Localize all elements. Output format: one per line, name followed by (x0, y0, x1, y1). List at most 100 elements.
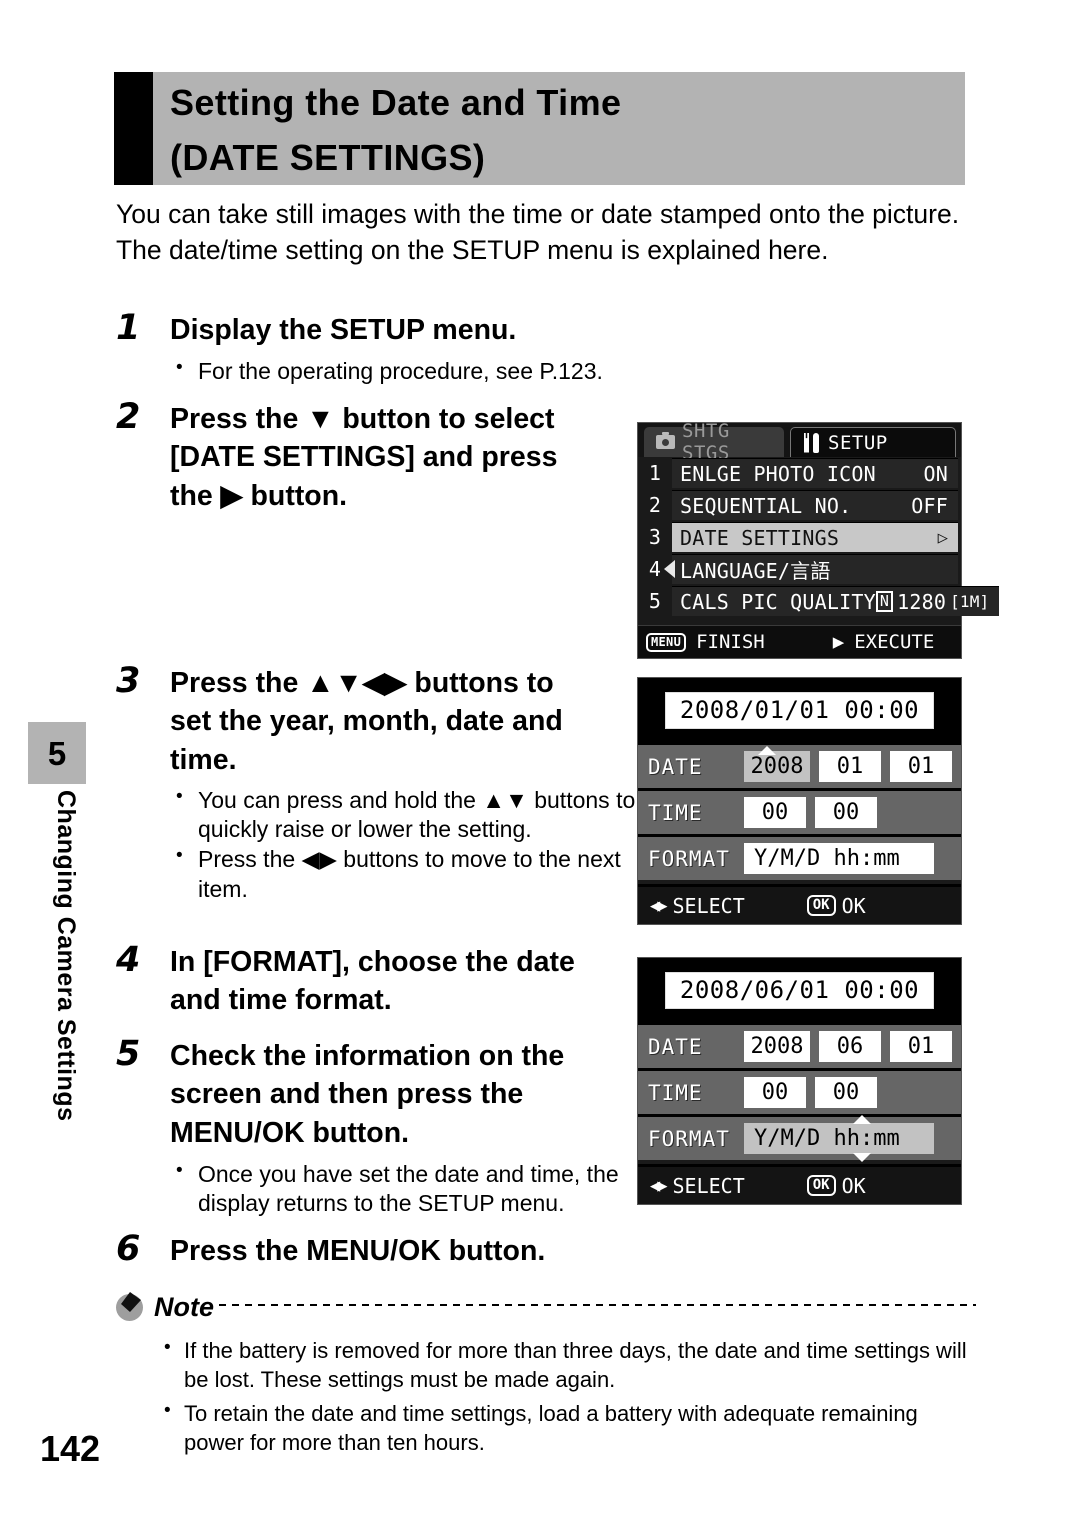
menu-row-label: ENLGE PHOTO ICON (680, 461, 876, 486)
step-3-bullet-1: You can press and hold the ▲▼ buttons to… (170, 785, 660, 844)
footer-select-label: SELECT (672, 893, 745, 918)
step-1-heading: Display the SETUP menu. (170, 314, 517, 346)
note-block: Note If the battery is removed for more … (116, 1290, 976, 1461)
minute-field[interactable]: 00 (815, 797, 877, 828)
hour-field[interactable]: 00 (744, 797, 806, 828)
format-row[interactable]: FORMAT Y/M/D hh:mm (638, 1114, 961, 1162)
hour-field[interactable]: 00 (744, 1077, 806, 1108)
menu-row-value: OFF (911, 493, 948, 518)
quality-badge-icon: N (875, 591, 894, 612)
chevron-right-icon: ▷ (937, 527, 948, 548)
format-field[interactable]: Y/M/D hh:mm (744, 1123, 934, 1154)
date-row-label: DATE (648, 754, 703, 779)
note-bullet-2: To retain the date and time settings, lo… (158, 1398, 976, 1458)
step-1-number: 1 (116, 308, 141, 348)
note-divider (219, 1304, 976, 1306)
menu-row[interactable]: 1 ENLGE PHOTO ICON ON (638, 457, 961, 489)
step-2-heading: Press the ▼ button to select [DATE SETTI… (170, 400, 650, 515)
year-field[interactable]: 2008 (744, 1031, 810, 1062)
step-4-heading-line2: and time format. (170, 984, 392, 1017)
date-preview-value: 2008/01/01 00:00 (664, 691, 935, 729)
tab-shooting-settings[interactable]: SHTG STGS (644, 420, 784, 464)
step-1-bullet-1: For the operating procedure, see P.123. (170, 356, 650, 386)
menu-row[interactable]: 4 LANGUAGE/言語 (638, 553, 961, 585)
header-black-bar (114, 72, 153, 185)
footer-ok-label: OK (841, 893, 866, 918)
day-field[interactable]: 01 (890, 751, 952, 782)
footer-select-label: SELECT (672, 1173, 745, 1198)
camera-screen-setup-menu: SHTG STGS SETUP 1 ENLGE PHOTO ICON ON 2 … (637, 420, 1000, 659)
menu-row-label: SEQUENTIAL NO. (680, 493, 852, 518)
page-title-line2: (DATE SETTINGS) (170, 136, 486, 178)
menu-row[interactable]: 2 SEQUENTIAL NO. OFF (638, 489, 961, 521)
menu-row-label: CALS PIC QUALITY (680, 589, 876, 614)
menu-tab-row: SHTG STGS SETUP (638, 420, 961, 464)
manual-page: 5 Changing Camera Settings 142 Setting t… (0, 0, 1080, 1521)
date-preview-area: 2008/06/01 00:00 (638, 958, 961, 1022)
format-row-label: FORMAT (648, 1126, 730, 1151)
footer-execute-label: EXECUTE (854, 631, 935, 653)
quality-size: [1M] (950, 592, 990, 611)
step-4-heading: In [FORMAT], choose the date and time fo… (170, 943, 670, 1020)
step-3-heading: Press the ▲▼◀▶ buttons to set the year, … (170, 664, 670, 779)
date-row[interactable]: DATE 2008 06 01 (638, 1022, 961, 1068)
camera-icon (656, 432, 675, 449)
caret-up-icon (758, 746, 776, 755)
left-right-arrows-icon: ◀▶ (650, 1175, 668, 1196)
step-3-heading-line2: set the year, month, date and (170, 705, 563, 738)
date-screen-footer: ◀▶ SELECT OK OK (638, 1164, 961, 1204)
setup-menu-footer: MENU FINISH ▶ EXECUTE (638, 625, 961, 658)
step-5-heading-line1: Check the information on the (170, 1040, 565, 1072)
setup-menu-list: 1 ENLGE PHOTO ICON ON 2 SEQUENTIAL NO. O… (638, 457, 1000, 617)
menu-row-index: 1 (638, 461, 672, 485)
step-2-number: 2 (116, 397, 141, 437)
month-field[interactable]: 06 (819, 1031, 881, 1062)
ok-key-icon: OK (806, 1175, 836, 1196)
time-row[interactable]: TIME 00 00 (638, 788, 961, 834)
left-right-arrows-icon: ◀▶ (650, 895, 668, 916)
footer-finish-label: FINISH (696, 631, 765, 653)
format-field[interactable]: Y/M/D hh:mm (744, 843, 934, 874)
step-5-bullets: Once you have set the date and time, the… (170, 1159, 660, 1219)
format-row-label: FORMAT (648, 846, 730, 871)
date-row[interactable]: DATE 2008 01 01 (638, 742, 961, 788)
tool-icon (803, 432, 821, 453)
menu-row-index: 5 (638, 589, 672, 613)
date-row-label: DATE (648, 1034, 703, 1059)
camera-screen-date-settings-1: 2008/01/01 00:00 DATE 2008 01 01 TIME 00… (637, 677, 962, 925)
date-screen-footer: ◀▶ SELECT OK OK (638, 884, 961, 924)
time-row-label: TIME (648, 800, 703, 825)
step-3-bullets: You can press and hold the ▲▼ buttons to… (170, 785, 660, 905)
intro-paragraph: You can take still images with the time … (116, 196, 966, 269)
format-row[interactable]: FORMAT Y/M/D hh:mm (638, 834, 961, 880)
pencil-icon (116, 1292, 146, 1322)
step-5-heading-line3: MENU/OK button. (170, 1116, 410, 1149)
day-field[interactable]: 01 (890, 1031, 952, 1062)
menu-row-value: ON (923, 461, 948, 486)
step-2-heading-line1: Press the ▼ button to select (170, 403, 555, 435)
step-3-number: 3 (116, 661, 141, 701)
step-4-number: 4 (116, 940, 141, 980)
minute-field[interactable]: 00 (815, 1077, 877, 1108)
menu-row[interactable]: 5 CALS PIC QUALITY N 1280 [1M] (638, 585, 1000, 617)
step-2-heading-line3: the ▶ button. (170, 479, 348, 512)
note-bullet-1: If the battery is removed for more than … (158, 1335, 976, 1395)
menu-row-date-settings[interactable]: 3 DATE SETTINGS ▷ (638, 521, 961, 553)
camera-screen-date-settings-2: 2008/06/01 00:00 DATE 2008 06 01 TIME 00… (637, 957, 962, 1205)
intro-line-1: You can take still images with the time … (116, 199, 960, 229)
step-6-number: 6 (116, 1229, 141, 1269)
step-5-heading-line2: screen and then press the (170, 1078, 524, 1111)
step-3-bullet-2: Press the ◀▶ buttons to move to the next… (170, 844, 660, 903)
menu-row-index: 2 (638, 493, 672, 517)
step-5-number: 5 (116, 1034, 141, 1074)
step-3-heading-line1: Press the ▲▼◀▶ buttons to (170, 667, 554, 699)
tab-setup[interactable]: SETUP (790, 427, 956, 457)
menu-key-icon: MENU (646, 632, 687, 652)
ok-key-icon: OK (806, 895, 836, 916)
month-field[interactable]: 01 (819, 751, 881, 782)
step-6-heading: Press the MENU/OK button. (170, 1235, 546, 1267)
page-title: Setting the Date and Time (DATE SETTINGS… (170, 76, 960, 185)
time-row[interactable]: TIME 00 00 (638, 1068, 961, 1114)
menu-row-label: DATE SETTINGS (680, 525, 840, 550)
year-field[interactable]: 2008 (744, 751, 810, 782)
